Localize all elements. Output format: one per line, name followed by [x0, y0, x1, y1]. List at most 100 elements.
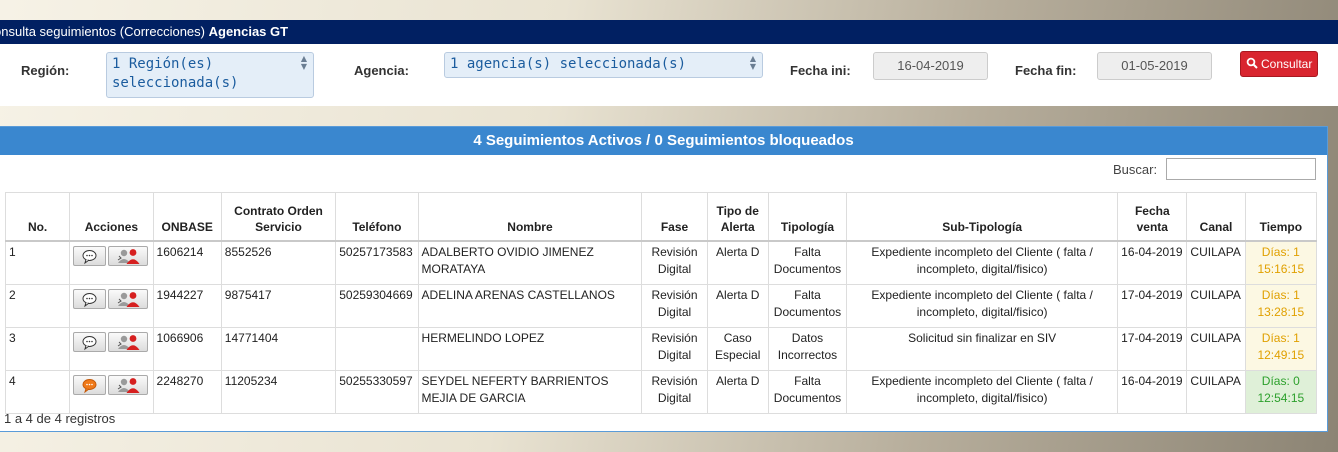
results-table: No. Acciones ONBASE Contrato Orden Servi…: [4, 192, 1318, 414]
col-header[interactable]: Tipo de Alerta: [706, 192, 769, 242]
agencia-select[interactable]: 1 agencia(s) seleccionada(s) ▲ ▼: [444, 52, 763, 78]
region-select-line2: seleccionada(s): [112, 75, 239, 91]
table-row[interactable]: 2 1944227 9875417 50259304669 ADELINA AR…: [4, 284, 1318, 328]
cell-tiempo: Días: 1 15:16:15: [1244, 240, 1318, 285]
filter-bar: Región: 1 Región(es) seleccionada(s) ▲ ▼ …: [0, 44, 1338, 106]
cell-tipologia: Falta Documentos: [767, 240, 848, 285]
tiempo-dias: Días: 1: [1261, 331, 1300, 345]
assign-user-button[interactable]: [108, 332, 149, 352]
cell-actions: [69, 370, 154, 414]
cell-fase: Revisión Digital: [641, 240, 708, 285]
col-header[interactable]: Tipología: [767, 192, 848, 242]
cell-fecha-venta: 17-04-2019: [1117, 327, 1188, 371]
cell-subtipologia: Solicitud sin finalizar en SIV: [846, 327, 1119, 371]
col-header[interactable]: Tiempo: [1244, 192, 1318, 242]
cell-fecha-venta: 17-04-2019: [1117, 284, 1188, 328]
region-select[interactable]: 1 Región(es) seleccionada(s) ▲ ▼: [106, 52, 314, 98]
cell-alerta: Alerta D: [706, 240, 769, 285]
tiempo-dias: Días: 1: [1261, 245, 1300, 259]
tiempo-dias: Días: 0: [1261, 374, 1300, 388]
cell-contrato: 14771404: [220, 327, 337, 371]
col-header[interactable]: Contrato Orden Servicio: [220, 192, 337, 242]
cell-alerta: Alerta D: [706, 370, 769, 414]
select-arrows-icon: ▲ ▼: [300, 54, 307, 71]
cell-onbase: 2248270: [152, 370, 222, 414]
cell-tipologia: Falta Documentos: [767, 370, 848, 414]
cell-tiempo: Días: 1 12:49:15: [1244, 327, 1318, 371]
cell-onbase: 1066906: [152, 327, 222, 371]
comment-button[interactable]: [73, 332, 107, 352]
col-header[interactable]: Fecha venta: [1117, 192, 1188, 242]
col-header[interactable]: Teléfono: [335, 192, 419, 242]
cell-no: 4: [4, 370, 71, 414]
page-title: onsulta seguimientos (Correcciones): [0, 24, 205, 39]
cell-contrato: 9875417: [220, 284, 337, 328]
col-header[interactable]: Canal: [1186, 192, 1246, 242]
cell-canal: CUILAPA: [1186, 327, 1246, 371]
cell-nombre: ADELINA ARENAS CASTELLANOS: [417, 284, 643, 328]
fecha-ini-input[interactable]: 16-04-2019: [873, 52, 988, 80]
cell-onbase: 1944227: [152, 284, 222, 328]
cell-nombre: ADALBERTO OVIDIO JIMENEZ MORATAYA: [417, 240, 643, 285]
cell-fase: Revisión Digital: [641, 327, 708, 371]
cell-fecha-venta: 16-04-2019: [1117, 240, 1188, 285]
region-select-line1: 1 Región(es): [112, 56, 214, 72]
col-header[interactable]: Sub-Tipología: [846, 192, 1119, 242]
cell-actions: [69, 284, 154, 328]
cell-subtipologia: Expediente incompleto del Cliente ( falt…: [846, 284, 1119, 328]
col-header[interactable]: Fase: [641, 192, 708, 242]
cell-telefono: 50257173583: [335, 240, 419, 285]
col-header[interactable]: No.: [4, 192, 71, 242]
agencia-label: Agencia:: [354, 63, 409, 78]
table-row[interactable]: 4 2248270 11205234 50255330597 SEYDEL NE…: [4, 370, 1318, 414]
cell-no: 3: [4, 327, 71, 371]
cell-tipologia: Falta Documentos: [767, 284, 848, 328]
cell-telefono: [335, 327, 419, 371]
comment-button[interactable]: [73, 289, 107, 309]
page-title-bar: onsulta seguimientos (Correcciones) Agen…: [0, 20, 1338, 44]
fecha-fin-input[interactable]: 01-05-2019: [1097, 52, 1212, 80]
table-row[interactable]: 3 1066906 14771404 HERMELINDO LOPEZ Revi…: [4, 327, 1318, 371]
col-header[interactable]: Nombre: [417, 192, 643, 242]
search-input[interactable]: [1166, 158, 1316, 180]
consultar-button[interactable]: Consultar: [1240, 51, 1318, 77]
cell-tiempo: Días: 0 12:54:15: [1244, 370, 1318, 414]
cell-fecha-venta: 16-04-2019: [1117, 370, 1188, 414]
cell-fase: Revisión Digital: [641, 284, 708, 328]
cell-actions: [69, 327, 154, 371]
cell-contrato: 11205234: [220, 370, 337, 414]
cell-actions: [69, 240, 154, 285]
region-label: Región:: [21, 63, 70, 78]
comment-button[interactable]: [73, 375, 107, 395]
cell-alerta: Alerta D: [706, 284, 769, 328]
cell-canal: CUILAPA: [1186, 240, 1246, 285]
tiempo-hora: 15:16:15: [1257, 262, 1305, 276]
assign-user-button[interactable]: [108, 246, 149, 266]
assign-user-button[interactable]: [108, 289, 149, 309]
comment-button[interactable]: [73, 246, 107, 266]
page-title-agency: Agencias GT: [208, 24, 289, 39]
fecha-ini-label: Fecha ini:: [790, 63, 851, 78]
cell-tipologia: Datos Incorrectos: [767, 327, 848, 371]
assign-user-button[interactable]: [108, 375, 149, 395]
fecha-fin-label: Fecha fin:: [1015, 63, 1077, 78]
results-panel: 4 Seguimientos Activos / 0 Seguimientos …: [0, 126, 1328, 432]
cell-subtipologia: Expediente incompleto del Cliente ( falt…: [846, 370, 1119, 414]
select-arrows-icon: ▲ ▼: [749, 54, 756, 71]
search-icon: [1246, 57, 1258, 69]
cell-telefono: 50259304669: [335, 284, 419, 328]
cell-canal: CUILAPA: [1186, 370, 1246, 414]
consultar-label: Consultar: [1260, 57, 1313, 71]
search-label: Buscar:: [1113, 162, 1158, 177]
col-header[interactable]: ONBASE: [152, 192, 222, 242]
cell-canal: CUILAPA: [1186, 284, 1246, 328]
tiempo-hora: 12:49:15: [1257, 348, 1305, 362]
cell-nombre: HERMELINDO LOPEZ: [417, 327, 643, 371]
table-row[interactable]: 1 1606214 8552526 50257173583 ADALBERTO …: [4, 240, 1318, 285]
agencia-select-value: 1 agencia(s) seleccionada(s): [450, 56, 687, 72]
cell-nombre: SEYDEL NEFERTY BARRIENTOS MEJIA DE GARCI…: [417, 370, 643, 414]
col-header[interactable]: Acciones: [69, 192, 154, 242]
tiempo-dias: Días: 1: [1261, 288, 1300, 302]
tiempo-hora: 12:54:15: [1257, 391, 1305, 405]
cell-onbase: 1606214: [152, 240, 222, 285]
